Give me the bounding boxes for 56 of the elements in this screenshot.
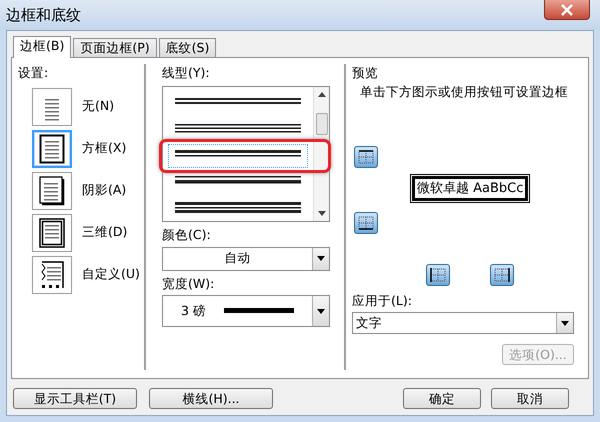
tab[interactable]: 页面边框(P) xyxy=(73,38,157,57)
width-value: 3 磅 xyxy=(181,302,206,320)
dialog-button[interactable]: 横线(H)... xyxy=(149,388,273,409)
preview-hint: 单击下方图示或使用按钮可设置边框 xyxy=(359,82,569,101)
scroll-thumb[interactable] xyxy=(316,112,328,135)
box-border-icon xyxy=(39,134,65,164)
setting-label: 无(N) xyxy=(82,97,114,116)
settings-label: 设置: xyxy=(18,64,50,82)
apply-to-value: 文字 xyxy=(355,314,383,332)
line-style-label: 线型(Y): xyxy=(162,64,211,82)
border-button[interactable] xyxy=(426,264,450,286)
setting-label: 自定义(U) xyxy=(82,265,140,284)
border-bottom-icon xyxy=(356,214,376,232)
line-style-icon xyxy=(175,202,301,214)
custom-border-icon xyxy=(39,260,65,290)
width-label: 宽度(W): xyxy=(162,274,216,292)
close-icon xyxy=(560,4,574,16)
color-dropdown[interactable]: 自动 xyxy=(162,246,330,270)
setting-option[interactable] xyxy=(32,214,72,252)
setting-option[interactable] xyxy=(32,130,72,168)
dialog-button[interactable]: 确定 xyxy=(403,388,481,409)
line-style-list[interactable] xyxy=(162,86,330,222)
setting-label: 方框(X) xyxy=(82,139,126,158)
tab[interactable]: 边框(B) xyxy=(13,36,72,58)
color-label: 颜色(C): xyxy=(162,226,212,244)
caret-icon xyxy=(317,308,325,314)
border-top-icon xyxy=(356,148,376,166)
shadow-border-icon xyxy=(39,176,65,206)
color-value: 自动 xyxy=(224,249,252,268)
window-title: 边框和底纹 xyxy=(6,4,81,26)
border-button[interactable] xyxy=(354,212,378,234)
width-dropdown[interactable]: 3 磅 xyxy=(162,295,330,328)
tab[interactable]: 底纹(S) xyxy=(158,38,216,57)
scrollbar[interactable] xyxy=(313,86,329,221)
border-right-icon xyxy=(492,266,512,284)
border-button[interactable] xyxy=(490,264,514,286)
scroll-up-icon xyxy=(318,90,326,97)
apply-to-label: 应用于(L): xyxy=(352,292,413,310)
caret-icon xyxy=(317,256,325,261)
caret-icon xyxy=(561,320,569,326)
setting-label: 三维(D) xyxy=(82,223,128,242)
scroll-down-icon xyxy=(318,210,326,217)
setting-option[interactable] xyxy=(32,172,72,210)
apply-to-dropdown[interactable]: 文字 xyxy=(352,312,574,334)
dialog-button[interactable]: 显示工具栏(T) xyxy=(13,388,137,409)
line-style-option[interactable] xyxy=(167,142,309,169)
setting-label: 阴影(A) xyxy=(82,181,126,200)
line-sample-icon xyxy=(224,308,294,314)
preview-label: 预览 xyxy=(352,64,379,82)
setting-option[interactable] xyxy=(32,256,72,294)
3d-border-icon xyxy=(39,218,65,248)
close-button[interactable] xyxy=(544,0,590,20)
dialog-button[interactable]: 取消 xyxy=(491,388,569,409)
border-button[interactable] xyxy=(354,146,378,168)
preview-sample: 微软卓越 AaBbCc xyxy=(412,176,528,201)
border-left-icon xyxy=(428,266,448,284)
